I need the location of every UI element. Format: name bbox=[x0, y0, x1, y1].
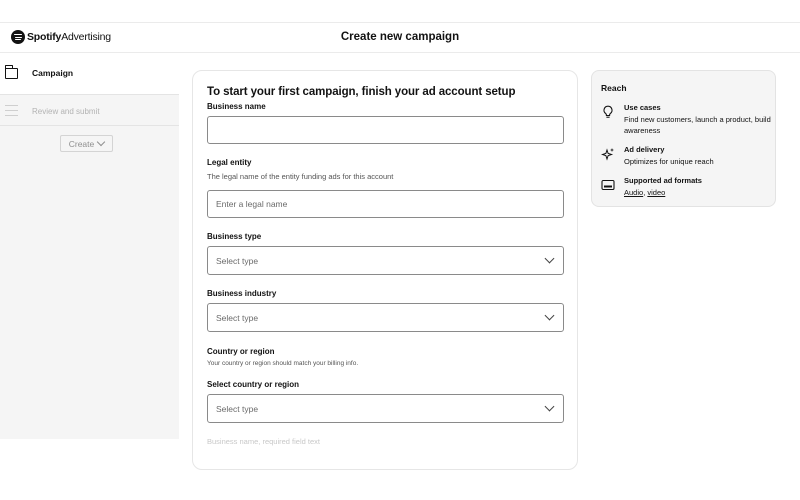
reach-item-text: Audio, video bbox=[624, 187, 774, 198]
create-button[interactable]: Create bbox=[60, 135, 113, 152]
sidebar: Campaign Review and submit Create bbox=[0, 54, 179, 439]
lightbulb-icon bbox=[603, 105, 613, 118]
business-type-value: Select type bbox=[216, 256, 259, 266]
display-icon bbox=[601, 179, 615, 191]
page-title: Create new campaign bbox=[340, 31, 460, 43]
sparkle-icon bbox=[601, 148, 614, 161]
business-name-input[interactable] bbox=[207, 116, 564, 144]
country-select-label: Select country or region bbox=[207, 380, 300, 389]
legal-entity-label: Legal entity bbox=[207, 158, 252, 167]
reach-item-heading: Use cases bbox=[624, 103, 661, 112]
reach-title: Reach bbox=[601, 83, 627, 93]
audio-format-link[interactable]: Audio bbox=[624, 188, 643, 197]
ad-account-setup-form: To start your first campaign, finish you… bbox=[192, 70, 578, 470]
business-type-select[interactable]: Select type bbox=[207, 246, 564, 275]
legal-entity-help: The legal name of the entity funding ads… bbox=[207, 172, 394, 181]
sidebar-step-campaign[interactable]: Campaign bbox=[0, 54, 179, 94]
legal-entity-input[interactable] bbox=[207, 190, 564, 218]
cut-off-text: Business name, required field text bbox=[207, 437, 320, 446]
chevron-down-icon bbox=[544, 401, 555, 412]
country-section-label: Country or region bbox=[207, 347, 275, 356]
sidebar-step-label: Review and submit bbox=[32, 107, 100, 116]
form-title: To start your first campaign, finish you… bbox=[207, 86, 516, 98]
sidebar-step-label: Campaign bbox=[32, 68, 74, 78]
chevron-down-icon bbox=[544, 253, 555, 264]
chevron-down-icon bbox=[544, 310, 555, 321]
folder-icon bbox=[4, 65, 18, 79]
reach-item-heading: Ad delivery bbox=[624, 145, 665, 154]
business-industry-select[interactable]: Select type bbox=[207, 303, 564, 332]
business-industry-label: Business industry bbox=[207, 289, 277, 298]
reach-panel: Reach Use cases Find new customers, laun… bbox=[591, 70, 776, 207]
country-help: Your country or region should match your… bbox=[207, 360, 359, 367]
top-header: Spotify Advertising Create new campaign bbox=[0, 22, 800, 53]
business-industry-value: Select type bbox=[216, 313, 259, 323]
chevron-down-icon bbox=[97, 137, 106, 146]
sidebar-step-review[interactable]: Review and submit bbox=[0, 94, 179, 126]
create-button-label: Create bbox=[68, 138, 95, 149]
video-format-link[interactable]: video bbox=[647, 188, 665, 197]
page: Spotify Advertising Create new campaign … bbox=[0, 0, 800, 500]
business-type-label: Business type bbox=[207, 232, 262, 241]
country-select-value: Select type bbox=[216, 404, 259, 414]
country-select[interactable]: Select type bbox=[207, 394, 564, 423]
list-icon bbox=[5, 105, 18, 116]
business-name-label: Business name bbox=[207, 102, 266, 111]
reach-item-text: Optimizes for unique reach bbox=[624, 157, 714, 166]
reach-item-text: Find new customers, launch a product, bu… bbox=[624, 115, 771, 135]
reach-item-heading: Supported ad formats bbox=[624, 176, 702, 185]
